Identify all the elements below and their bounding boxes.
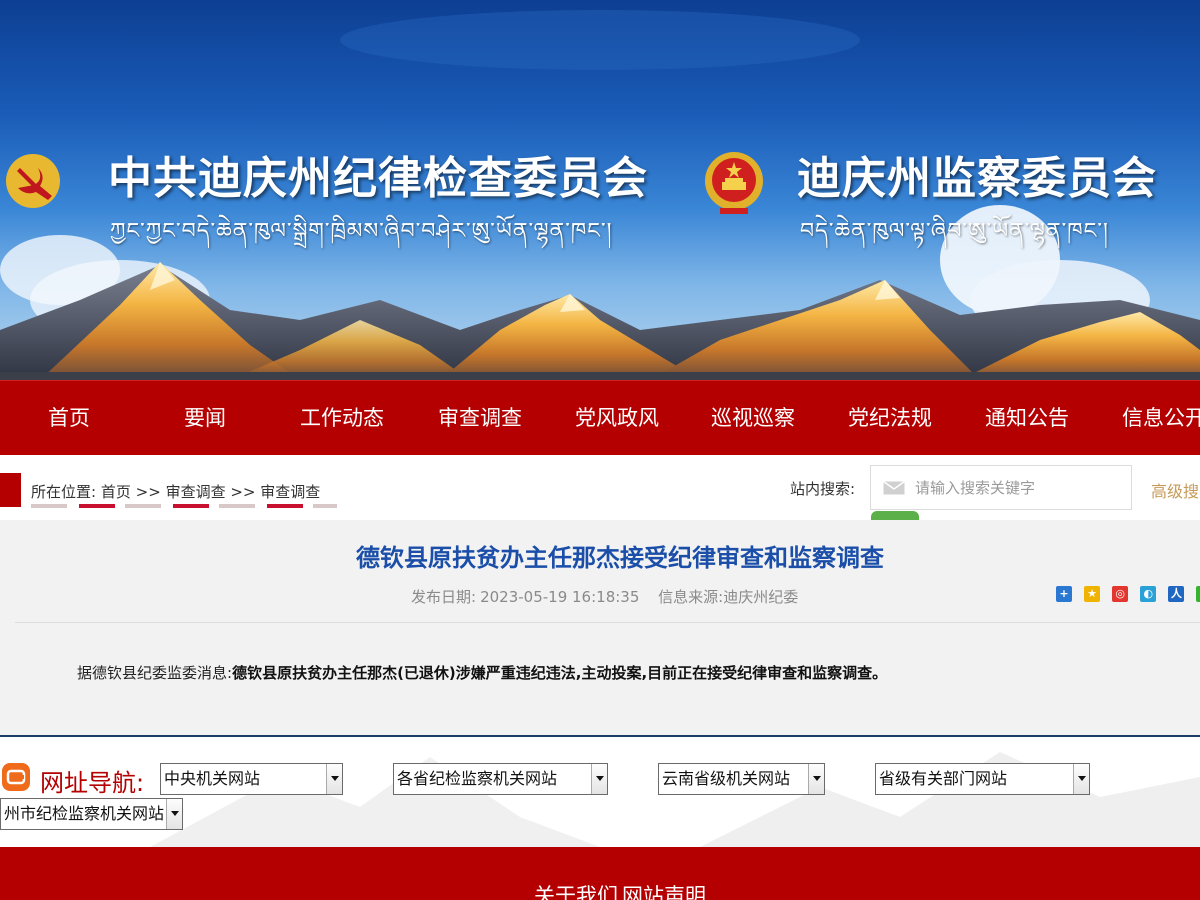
site-title-left-tibetan: ཀྱང་ཀྱང་བདེ་ཆེན་ཁུལ་སྒྲིག་ཁྲིམས་ཞིབ་བཤེར…: [110, 219, 613, 244]
header-banner: 中共迪庆州纪律检查委员会 ཀྱང་ཀྱང་བདེ་ཆེན་ཁུལ་སྒྲིག་ཁ…: [0, 0, 1200, 380]
breadcrumb-separator: >>: [230, 483, 256, 501]
select-department-sites-value: 省级有关部门网站: [879, 769, 1008, 788]
select-prefecture-sites[interactable]: 州市纪检监察机关网站: [0, 798, 183, 830]
weibo-icon[interactable]: ◎: [1112, 586, 1129, 602]
footer-links: 关于我们 网站声明: [0, 880, 1200, 900]
article-divider: [15, 622, 1200, 623]
share-bar: + ★ ◎ ◐ 人 ◉: [1056, 586, 1200, 602]
breadcrumb-underline: [173, 504, 209, 508]
tencent-weibo-icon[interactable]: ◐: [1140, 586, 1157, 602]
site-title-right-tibetan: བདེ་ཆེན་ཁུལ་ལྟ་ཞིབ་ཨུ་ཡོན་ལྷན་ཁང་།: [800, 219, 1109, 244]
select-central-sites-value: 中央机关网站: [164, 769, 261, 788]
article-body-main: 德钦县原扶贫办主任那杰(已退休)涉嫌严重违纪违法,主动投案,目前正在接受纪律审查…: [232, 664, 888, 682]
nav-item-work[interactable]: 工作动态: [292, 381, 392, 455]
wechat-icon[interactable]: ◉: [1196, 586, 1200, 602]
breadcrumb-label: 所在位置:: [31, 483, 97, 501]
nav-item-notices[interactable]: 通知公告: [977, 381, 1077, 455]
nav-item-news[interactable]: 要闻: [160, 381, 250, 455]
select-yunnan-sites-value: 云南省级机关网站: [662, 769, 791, 788]
chevron-down-icon: [591, 764, 607, 794]
select-central-sites[interactable]: 中央机关网站: [160, 763, 343, 795]
nav-item-regulations[interactable]: 党纪法规: [840, 381, 940, 455]
breadcrumb-separator: >>: [135, 483, 161, 501]
search-input[interactable]: [915, 474, 1115, 502]
select-prefecture-sites-value: 州市纪检监察机关网站: [4, 804, 165, 823]
search-label: 站内搜索:: [790, 480, 856, 498]
article-source: 信息来源:迪庆州纪委: [658, 588, 798, 606]
renren-icon[interactable]: 人: [1168, 586, 1185, 602]
national-emblem-icon: [705, 152, 763, 214]
publish-date-value: 2023-05-19 16:18:35: [480, 588, 640, 606]
chevron-down-icon: [166, 799, 182, 829]
party-emblem-icon: [6, 154, 60, 208]
publish-date: 发布日期: 2023-05-19 16:18:35: [411, 588, 639, 606]
breadcrumb-underline: [267, 504, 303, 508]
site-title-right: 迪庆州监察委员会: [797, 153, 1157, 204]
chevron-down-icon: [326, 764, 342, 794]
breadcrumb-underline: [125, 504, 161, 508]
breadcrumb-underline: [219, 504, 255, 508]
breadcrumb-category[interactable]: 审查调查: [166, 483, 226, 501]
breadcrumb: 所在位置: 首页 >> 审查调查 >> 审查调查: [31, 481, 320, 502]
chevron-down-icon: [1073, 764, 1089, 794]
article-body-prefix: 据德钦县纪委监委消息:: [77, 664, 233, 682]
breadcrumb-underline: [79, 504, 115, 508]
nav-item-inspection[interactable]: 巡视巡察: [703, 381, 803, 455]
source-label: 信息来源:: [658, 588, 724, 606]
mail-icon: [883, 481, 905, 495]
select-yunnan-sites[interactable]: 云南省级机关网站: [658, 763, 825, 795]
article-meta: 发布日期: 2023-05-19 16:18:35 信息来源:迪庆州纪委: [411, 586, 812, 607]
article-body: 据德钦县纪委监委消息:德钦县原扶贫办主任那杰(已退休)涉嫌严重违纪违法,主动投案…: [77, 662, 887, 683]
link-nav-label: 网址导航:: [40, 769, 145, 797]
nav-item-style[interactable]: 党风政风: [567, 381, 667, 455]
footer-about-link[interactable]: 关于我们: [534, 884, 618, 900]
select-province-sites[interactable]: 各省纪检监察机关网站: [393, 763, 608, 795]
breadcrumb-current[interactable]: 审查调查: [260, 483, 320, 501]
select-department-sites[interactable]: 省级有关部门网站: [875, 763, 1090, 795]
nav-item-review[interactable]: 审查调查: [430, 381, 530, 455]
chevron-down-icon: [808, 764, 824, 794]
article-title: 德钦县原扶贫办主任那杰接受纪律审查和监察调查: [356, 544, 884, 572]
nav-item-disclosure[interactable]: 信息公开: [1114, 381, 1200, 455]
breadcrumb-underline: [313, 504, 337, 508]
select-province-sites-value: 各省纪检监察机关网站: [397, 769, 558, 788]
source-value: 迪庆州纪委: [723, 588, 799, 606]
breadcrumb-underline: [31, 504, 67, 508]
publish-date-label: 发布日期:: [411, 588, 477, 606]
qzone-icon[interactable]: ★: [1084, 586, 1101, 602]
nav-item-home[interactable]: 首页: [24, 381, 114, 455]
site-title-left: 中共迪庆州纪律检查委员会: [108, 153, 648, 204]
search-button[interactable]: [871, 511, 919, 520]
breadcrumb-home[interactable]: 首页: [101, 483, 131, 501]
search-box: [870, 465, 1132, 510]
main-nav: 首页 要闻 工作动态 审查调查 党风政风 巡视巡察 党纪法规 通知公告 信息公开: [0, 380, 1200, 455]
footer-statement-link[interactable]: 网站声明: [622, 884, 706, 900]
link-nav-icon: [2, 763, 30, 791]
more-share-icon[interactable]: +: [1056, 586, 1072, 602]
advanced-search-link[interactable]: 高级搜索: [1151, 478, 1200, 502]
location-marker: [0, 473, 21, 507]
